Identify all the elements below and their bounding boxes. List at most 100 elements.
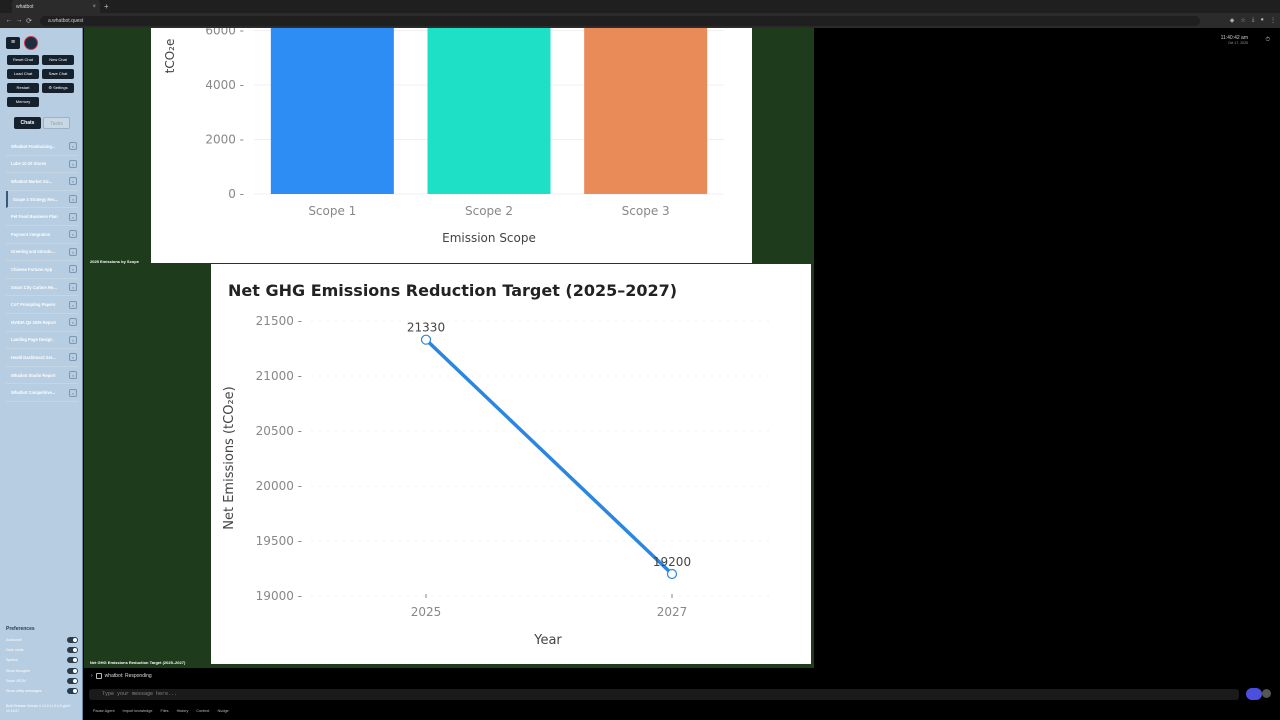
footer-button[interactable]: Nudge [217,709,228,713]
memory-button[interactable]: Memory [7,97,39,107]
chat-item[interactable]: Whatbot Studio Report × [6,367,78,385]
delete-chat-icon[interactable]: × [69,318,77,327]
preference-row: Autoscroll [6,635,78,645]
browser-tab[interactable]: whatbot × [12,0,100,13]
y-axis-label: tCO₂e [163,39,177,74]
chat-item[interactable]: Smart City Carbon Re... × [6,279,78,297]
footer-button[interactable]: Import knowledge [123,709,153,713]
chat-title: Scope 3 Strategy Rec... [13,196,59,202]
delete-chat-icon[interactable]: × [69,283,77,292]
reset-chat-button[interactable]: Reset Chat [7,55,39,65]
app-page: ≡ Reset Chat New Chat Load Chat Save Cha… [0,20,1280,720]
chat-history: 0 - 2000 - 4000 - 6000 - Scope 1 Scope 2 Scope… [84,20,814,668]
footer-button[interactable]: Context [196,709,209,713]
delete-chat-icon[interactable]: × [69,388,77,397]
chat-item[interactable]: Whatbot Competitive... × [6,384,78,402]
y-tick-label: 2000 - [205,133,244,147]
chat-item[interactable]: NVIDIA Q2 2025 Report × [6,314,78,332]
sidebar: ≡ Reset Chat New Chat Load Chat Save Cha… [0,28,83,720]
profile-icon[interactable]: ● [1260,17,1264,24]
delete-chat-icon[interactable]: × [69,335,77,344]
reload-icon[interactable]: ⟳ [24,17,34,25]
preference-toggle[interactable] [67,688,78,695]
url-bar[interactable]: a.whatbot.quest [40,15,1200,26]
new-chat-button[interactable]: New Chat [42,55,74,65]
footer-button[interactable]: History [177,709,189,713]
y-tick-label: 4000 - [205,78,244,92]
delete-chat-icon[interactable]: × [69,265,77,274]
extension-icon[interactable]: ◆ [1230,17,1235,24]
restart-button[interactable]: Restart [7,83,39,93]
preferences-list: Autoscroll Dark mode Speech Show thoughts Sh… [6,635,78,696]
x-tick-label: Scope 3 [622,204,670,218]
y-tick-label: 19000 - [256,589,302,603]
delete-chat-icon[interactable]: × [69,247,77,256]
chat-input[interactable]: Type your message here... [89,689,1239,700]
chat-item[interactable]: Whatbot Market Siz... × [6,173,78,191]
star-icon[interactable]: ☆ [1240,17,1245,24]
responding-label: whatbot: Responding [104,673,152,679]
preference-toggle[interactable] [67,657,78,664]
preference-toggle[interactable] [67,637,78,644]
send-button[interactable] [1246,688,1262,700]
back-icon[interactable]: ← [4,17,14,24]
clock-date: Oct 17, 2025 [1227,41,1248,45]
footer-actions: Pause Agent Import knowledge Files History C… [93,709,229,713]
preference-label: Dark mode [6,648,24,653]
y-tick-label: 21500 - [256,314,302,328]
chat-item[interactable]: CoT Prompting Papers × [6,296,78,314]
chat-item[interactable]: Pet Food Business Plan × [6,208,78,226]
preference-toggle[interactable] [67,667,78,674]
chat-item[interactable]: Scope 3 Strategy Rec... × [6,190,78,209]
chat-item[interactable]: Lube 10-20 Stores × [6,156,78,174]
x-axis-label: Year [533,633,562,648]
chat-title: Payment integration [11,231,51,237]
more-icon[interactable]: ⋮ [1270,17,1276,24]
load-chat-button[interactable]: Load Chat [7,69,39,79]
delete-chat-icon[interactable]: × [69,159,77,168]
browser-toolbar: ← → ⟳ a.whatbot.quest ◆ ☆ ⤓ ● ⋮ [0,13,1280,28]
forward-icon[interactable]: → [14,17,24,24]
new-tab-button[interactable]: + [104,2,109,11]
tab-chats[interactable]: Chats [14,117,41,129]
toolbar-icons: ◆ ☆ ⤓ ● ⋮ [1230,17,1276,24]
delete-chat-icon[interactable]: × [69,230,77,239]
preference-toggle[interactable] [67,677,78,684]
delete-chat-icon[interactable]: × [69,371,77,380]
time-travel-icon[interactable]: ⏱ [1265,37,1270,44]
delete-chat-icon[interactable]: × [69,353,77,362]
y-tick-label: 19500 - [256,534,302,548]
bar-chart: 0 - 2000 - 4000 - 6000 - Scope 1 Scope 2 Scope… [163,20,724,245]
footer-button[interactable]: Pause Agent [93,709,115,713]
sidebar-header: ≡ [6,36,38,50]
save-chat-button[interactable]: Save Chat [42,69,74,79]
delete-chat-icon[interactable]: × [69,195,77,204]
chat-title: Whatbot Fundraising... [11,143,56,149]
preference-label: Speech [6,658,19,663]
hamburger-icon[interactable]: ≡ [6,37,20,49]
delete-chat-icon[interactable]: × [69,212,77,221]
x-tick-label: Scope 2 [465,204,513,218]
tab-close-icon[interactable]: × [92,4,96,10]
chat-item[interactable]: Landing Page Design × [6,332,78,350]
chat-item[interactable]: Chinese Fortune App × [6,261,78,279]
delete-chat-icon[interactable]: × [69,177,77,186]
delete-chat-icon[interactable]: × [69,300,77,309]
settings-button[interactable]: ⚙ Settings [42,83,74,93]
expand-arrow-icon[interactable]: › [91,673,93,679]
x-tick-label: 2025 [411,605,442,619]
preference-toggle[interactable] [67,647,78,654]
tab-tasks[interactable]: Tasks [43,117,70,129]
footer-button[interactable]: Files [161,709,169,713]
sidebar-button-grid: Reset Chat New Chat Load Chat Save Chat … [7,55,77,107]
tab-title: whatbot [16,3,34,10]
chat-title: Whatbot Studio Report [11,372,56,378]
chat-title: Pet Food Business Plan [11,214,58,220]
chat-item[interactable]: Payment integration × [6,226,78,244]
chat-item[interactable]: Heatil Dashboard Set... × [6,349,78,367]
download-icon[interactable]: ⤓ [1252,17,1255,24]
chat-item[interactable]: Greeting and introdu... × [6,244,78,262]
chat-item[interactable]: Whatbot Fundraising... × [6,138,78,156]
microphone-icon[interactable] [1262,689,1271,698]
delete-chat-icon[interactable]: × [69,142,77,151]
